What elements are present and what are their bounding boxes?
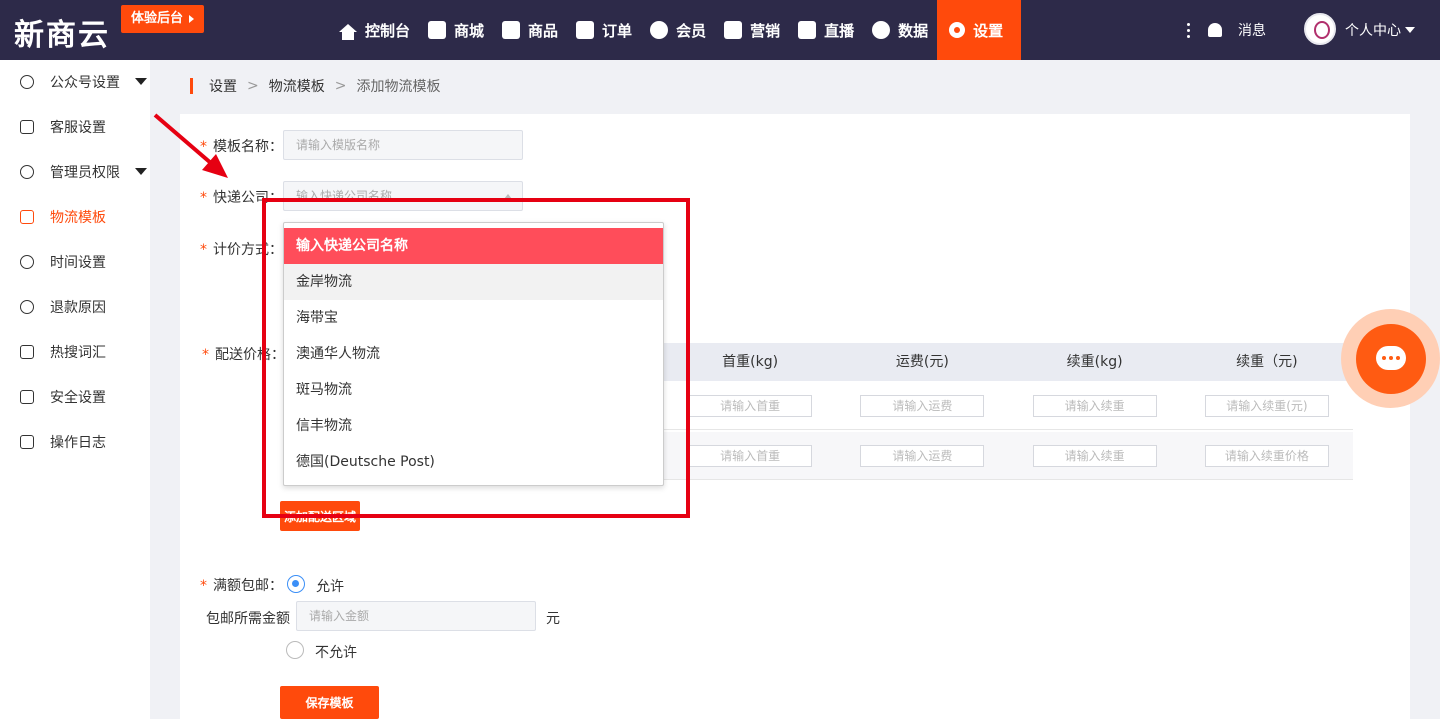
- breadcrumb-current: 添加物流模板: [356, 79, 441, 95]
- save-template-button[interactable]: 保存模板: [280, 686, 379, 719]
- chevron-down-icon[interactable]: [135, 78, 147, 85]
- freight-input[interactable]: 请输入运费: [860, 444, 985, 467]
- nav-item-mall[interactable]: 商城: [419, 0, 493, 60]
- table-row: 请输入首重 请输入运费 请输入续重 请输入续重(元): [664, 382, 1353, 430]
- sidebar-item-logistics-template[interactable]: 物流模板: [0, 194, 150, 239]
- chat-float-button[interactable]: [1341, 309, 1440, 408]
- nav-item-marketing[interactable]: 营销: [715, 0, 789, 60]
- freight-input[interactable]: 请输入运费: [860, 394, 985, 417]
- extra-price-input[interactable]: 请输入续重价格: [1204, 444, 1329, 467]
- nav-item-orders[interactable]: 订单: [567, 0, 641, 60]
- template-name-input[interactable]: 请输入模版名称: [283, 130, 523, 160]
- sidebar-item-security[interactable]: 安全设置: [0, 374, 150, 419]
- clock-icon: [20, 254, 34, 269]
- breadcrumb-logistics[interactable]: 物流模板: [269, 76, 325, 96]
- main-nav: 控制台 商城 商品 订单 会员 营销 直播 数据 设置: [330, 0, 1022, 60]
- breadcrumb-accent: [190, 78, 193, 94]
- marketing-icon: [724, 21, 743, 39]
- order-icon: [576, 21, 595, 39]
- gear-icon: [949, 22, 966, 38]
- disallow-radio-label[interactable]: 不允许: [315, 642, 357, 662]
- nav-item-products[interactable]: 商品: [493, 0, 567, 60]
- more-vertical-icon[interactable]: [1180, 22, 1196, 38]
- nav-item-members[interactable]: 会员: [641, 0, 715, 60]
- annotation-arrow-icon: [153, 113, 228, 178]
- member-icon: [650, 21, 669, 39]
- free-shipping-label: * 满额包邮：: [200, 578, 283, 594]
- live-icon: [798, 21, 817, 39]
- col-freight: 运费(元): [895, 354, 949, 370]
- chat-bubble-icon: [1376, 346, 1406, 370]
- min-amount-input[interactable]: 请输入金额: [296, 601, 536, 631]
- allow-radio-label[interactable]: 允许: [316, 576, 344, 596]
- disallow-radio[interactable]: [286, 641, 304, 659]
- top-navigation-bar: 新商云 体验后台 控制台 商城 商品 订单 会员 营销 直播 数据 设置 消息 …: [0, 0, 1440, 60]
- sidebar-item-operation-log[interactable]: 操作日志: [0, 419, 150, 464]
- caret-down-icon: [1405, 27, 1415, 33]
- trial-backend-button[interactable]: 体验后台: [121, 5, 205, 33]
- sidebar: 公众号设置 客服设置 管理员权限 物流模板 时间设置 退款原因 热搜词汇 安全设…: [0, 60, 150, 719]
- sidebar-item-hot-search[interactable]: 热搜词汇: [0, 329, 150, 374]
- currency-unit: 元: [546, 611, 560, 627]
- extra-weight-input[interactable]: 请输入续重: [1032, 394, 1157, 417]
- nav-item-data[interactable]: 数据: [863, 0, 937, 60]
- nav-item-live[interactable]: 直播: [789, 0, 863, 60]
- play-triangle-icon: [189, 15, 195, 23]
- lock-icon: [20, 389, 34, 404]
- sidebar-item-wechat-settings[interactable]: 公众号设置: [0, 59, 150, 104]
- store-icon: [428, 21, 447, 39]
- extra-price-input[interactable]: 请输入续重(元): [1204, 394, 1329, 417]
- annotation-highlight-box: [262, 198, 690, 518]
- log-icon: [20, 434, 34, 449]
- list-icon: [20, 344, 34, 359]
- first-weight-input[interactable]: 请输入首重: [688, 444, 813, 467]
- allow-radio[interactable]: [287, 575, 305, 593]
- sidebar-item-refund-reasons[interactable]: 退款原因: [0, 284, 150, 329]
- col-extra-weight: 续重(kg): [1066, 354, 1123, 370]
- refund-icon: [20, 299, 34, 314]
- avatar[interactable]: [1304, 13, 1336, 45]
- sidebar-item-service-settings[interactable]: 客服设置: [0, 104, 150, 149]
- price-table-header: 首重(kg) 运费(元) 续重(kg) 续重（元): [664, 343, 1353, 381]
- header-tools: 消息: [1180, 0, 1266, 60]
- chevron-down-icon[interactable]: [135, 168, 147, 175]
- sidebar-item-admin-permissions[interactable]: 管理员权限: [0, 149, 150, 194]
- nav-item-dashboard[interactable]: 控制台: [330, 0, 419, 60]
- service-icon: [20, 119, 34, 134]
- product-icon: [502, 21, 521, 39]
- nav-item-settings[interactable]: 设置: [937, 0, 1022, 60]
- sidebar-item-time-settings[interactable]: 时间设置: [0, 239, 150, 284]
- col-extra-price: 续重（元): [1236, 354, 1298, 370]
- breadcrumb: 设置 > 物流模板 > 添加物流模板: [190, 76, 440, 96]
- logo: 新商云: [14, 18, 110, 53]
- messages-link[interactable]: 消息: [1238, 20, 1266, 40]
- breadcrumb-settings[interactable]: 设置: [209, 76, 237, 96]
- user-center-menu[interactable]: 个人中心: [1345, 20, 1415, 40]
- min-amount-label: 包邮所需金额: [206, 611, 290, 627]
- admin-icon: [20, 164, 34, 179]
- bell-icon[interactable]: [1208, 23, 1222, 37]
- first-weight-input[interactable]: 请输入首重: [688, 394, 813, 417]
- extra-weight-input[interactable]: 请输入续重: [1032, 444, 1157, 467]
- link-icon: [20, 74, 34, 89]
- truck-icon: [20, 209, 34, 224]
- home-icon: [339, 24, 357, 40]
- data-icon: [872, 21, 891, 39]
- table-row: 请输入首重 请输入运费 请输入续重 请输入续重价格: [664, 432, 1353, 480]
